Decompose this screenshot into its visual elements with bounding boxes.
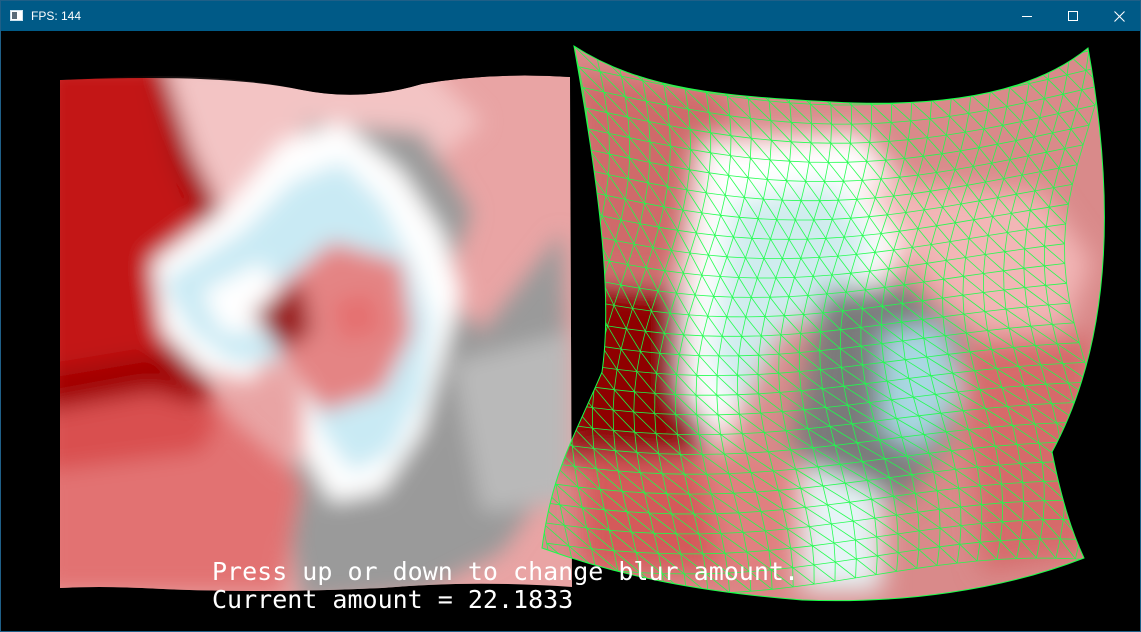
- maximize-button[interactable]: [1050, 1, 1096, 31]
- blur-instruction-text: Press up or down to change blur amount.: [212, 557, 799, 586]
- render-viewport[interactable]: Press up or down to change blur amount. …: [2, 32, 1140, 631]
- app-icon: [10, 10, 23, 21]
- close-icon: [1113, 10, 1125, 22]
- title-bar[interactable]: FPS: 144: [1, 1, 1140, 31]
- maximize-icon: [1068, 11, 1078, 21]
- right-blurred-panel: [542, 46, 1105, 601]
- left-blurred-panel: [60, 75, 572, 591]
- close-button[interactable]: [1096, 1, 1140, 31]
- app-window: FPS: 144 Press up or down to change blur…: [0, 0, 1141, 632]
- window-title: FPS: 144: [31, 9, 82, 23]
- minimize-button[interactable]: [1004, 1, 1050, 31]
- blur-amount-readout: Current amount = 22.1833: [212, 585, 574, 614]
- render-scene: [60, 45, 1105, 602]
- minimize-icon: [1022, 16, 1032, 17]
